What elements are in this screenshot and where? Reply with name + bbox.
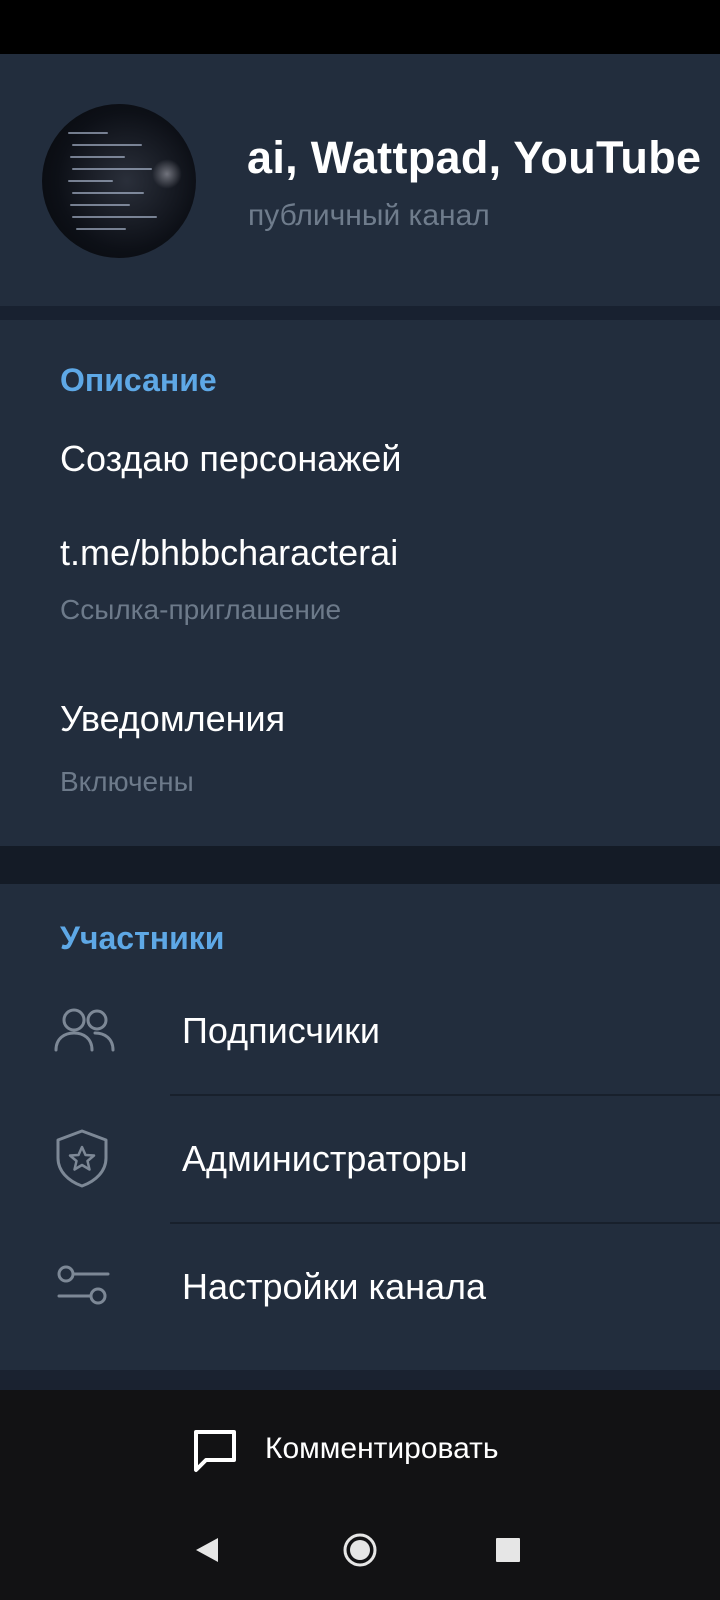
menu-item-label: Подписчики [182, 1010, 381, 1051]
menu-item-label: Администраторы [182, 1138, 468, 1179]
home-icon[interactable] [330, 1520, 390, 1580]
channel-info-section: Описание Создаю персонажей t.me/bhbbchar… [0, 320, 720, 846]
invite-link-caption: Ссылка-приглашение [60, 594, 342, 625]
system-navigation-bar [0, 1500, 720, 1600]
channel-title: ai, Wattpad, YouTube [247, 132, 702, 183]
people-icon [54, 1008, 115, 1052]
channel-type-label: публичный канал [248, 199, 490, 232]
notifications-label[interactable]: Уведомления [60, 698, 285, 740]
channel-header: ai, Wattpad, YouTube публичный канал [0, 54, 720, 306]
menu-item-administrators[interactable]: Администраторы [0, 1096, 720, 1224]
comment-button-label: Комментировать [265, 1432, 499, 1465]
description-section-title: Описание [60, 362, 217, 398]
notifications-status: Включены [60, 766, 194, 797]
shield-star-icon [56, 1129, 108, 1188]
description-text[interactable]: Создаю персонажей [60, 438, 401, 480]
members-section-title: Участники [60, 920, 225, 956]
invite-link[interactable]: t.me/bhbbcharacterai [60, 532, 398, 574]
menu-item-channel-settings[interactable]: Настройки канала [0, 1224, 720, 1352]
status-bar [0, 0, 720, 54]
members-section: Участники Подписчики Администраторы Наст… [0, 884, 720, 1370]
section-separator [0, 846, 720, 884]
chat-bubble-icon [194, 1430, 236, 1472]
back-icon[interactable] [178, 1520, 238, 1580]
comment-button[interactable]: Комментировать [190, 1418, 550, 1478]
menu-item-subscribers[interactable]: Подписчики [0, 968, 720, 1096]
channel-avatar[interactable] [42, 104, 196, 258]
section-separator [0, 306, 720, 320]
bottom-bar: Комментировать [0, 1390, 720, 1600]
sliders-icon [57, 1265, 110, 1305]
recents-icon[interactable] [478, 1520, 538, 1580]
menu-item-label: Настройки канала [182, 1266, 487, 1307]
